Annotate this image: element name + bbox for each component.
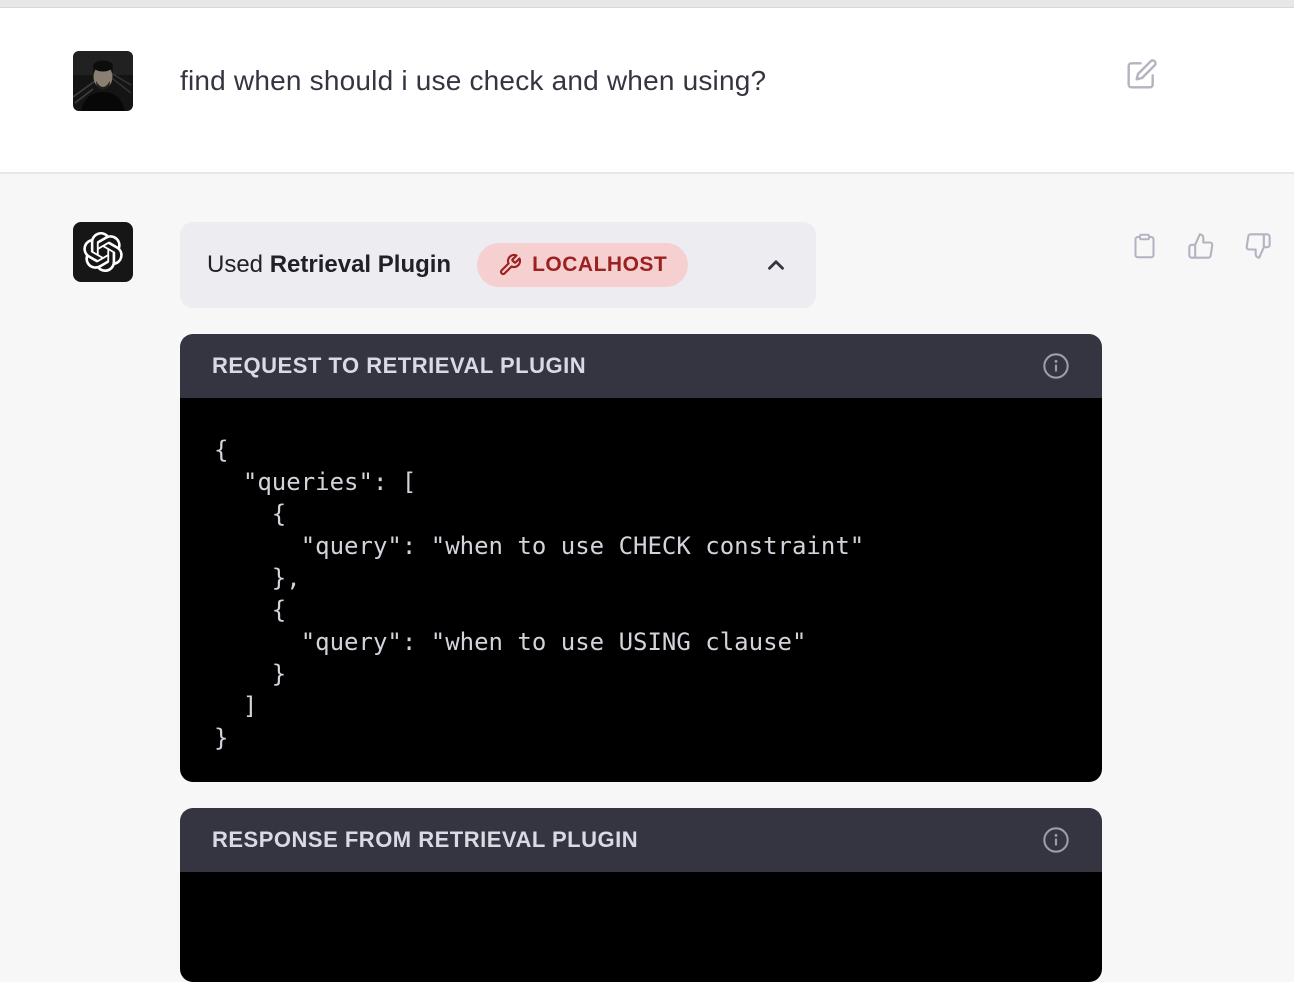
openai-logo-icon [83, 232, 123, 272]
request-info-button[interactable] [1042, 352, 1070, 380]
thumbs-up-button[interactable] [1187, 231, 1215, 261]
response-panel-title: RESPONSE FROM RETRIEVAL PLUGIN [212, 827, 638, 853]
wrench-icon [498, 253, 522, 277]
edit-icon [1126, 58, 1158, 90]
thumbs-down-icon [1244, 232, 1272, 260]
thumbs-down-button[interactable] [1244, 231, 1272, 261]
response-code-block [180, 872, 1102, 982]
user-photo [73, 51, 133, 111]
previous-message-edge [0, 0, 1294, 8]
assistant-content: Used Retrieval Plugin LOCALHOST REQUEST … [180, 222, 1102, 888]
assistant-avatar [73, 222, 133, 282]
localhost-badge: LOCALHOST [477, 243, 688, 287]
user-message-text: find when should i use check and when us… [180, 62, 1080, 172]
message-actions [1131, 231, 1272, 261]
badge-label: LOCALHOST [532, 253, 667, 277]
edit-message-button[interactable] [1126, 58, 1158, 90]
info-icon [1042, 826, 1070, 854]
chevron-up-icon [763, 252, 789, 278]
info-icon [1042, 352, 1070, 380]
plugin-usage-toggle[interactable]: Used Retrieval Plugin LOCALHOST [180, 222, 816, 308]
assistant-message-row: Used Retrieval Plugin LOCALHOST REQUEST … [0, 174, 1294, 888]
response-panel-header: RESPONSE FROM RETRIEVAL PLUGIN [180, 808, 1102, 872]
request-panel-header: REQUEST TO RETRIEVAL PLUGIN [180, 334, 1102, 398]
copy-button[interactable] [1131, 231, 1158, 261]
clipboard-icon [1131, 231, 1158, 261]
request-panel-title: REQUEST TO RETRIEVAL PLUGIN [212, 353, 586, 379]
request-panel: REQUEST TO RETRIEVAL PLUGIN { "queries":… [180, 334, 1102, 782]
user-message-row: find when should i use check and when us… [0, 8, 1294, 174]
request-code-block: { "queries": [ { "query": "when to use C… [180, 398, 1102, 782]
response-info-button[interactable] [1042, 826, 1070, 854]
used-prefix: Used [207, 251, 263, 278]
user-avatar [73, 51, 133, 111]
plugin-name: Retrieval Plugin [270, 251, 451, 278]
response-panel: RESPONSE FROM RETRIEVAL PLUGIN [180, 808, 1102, 982]
thumbs-up-icon [1187, 232, 1215, 260]
plugin-used-label: Used Retrieval Plugin [207, 251, 451, 279]
